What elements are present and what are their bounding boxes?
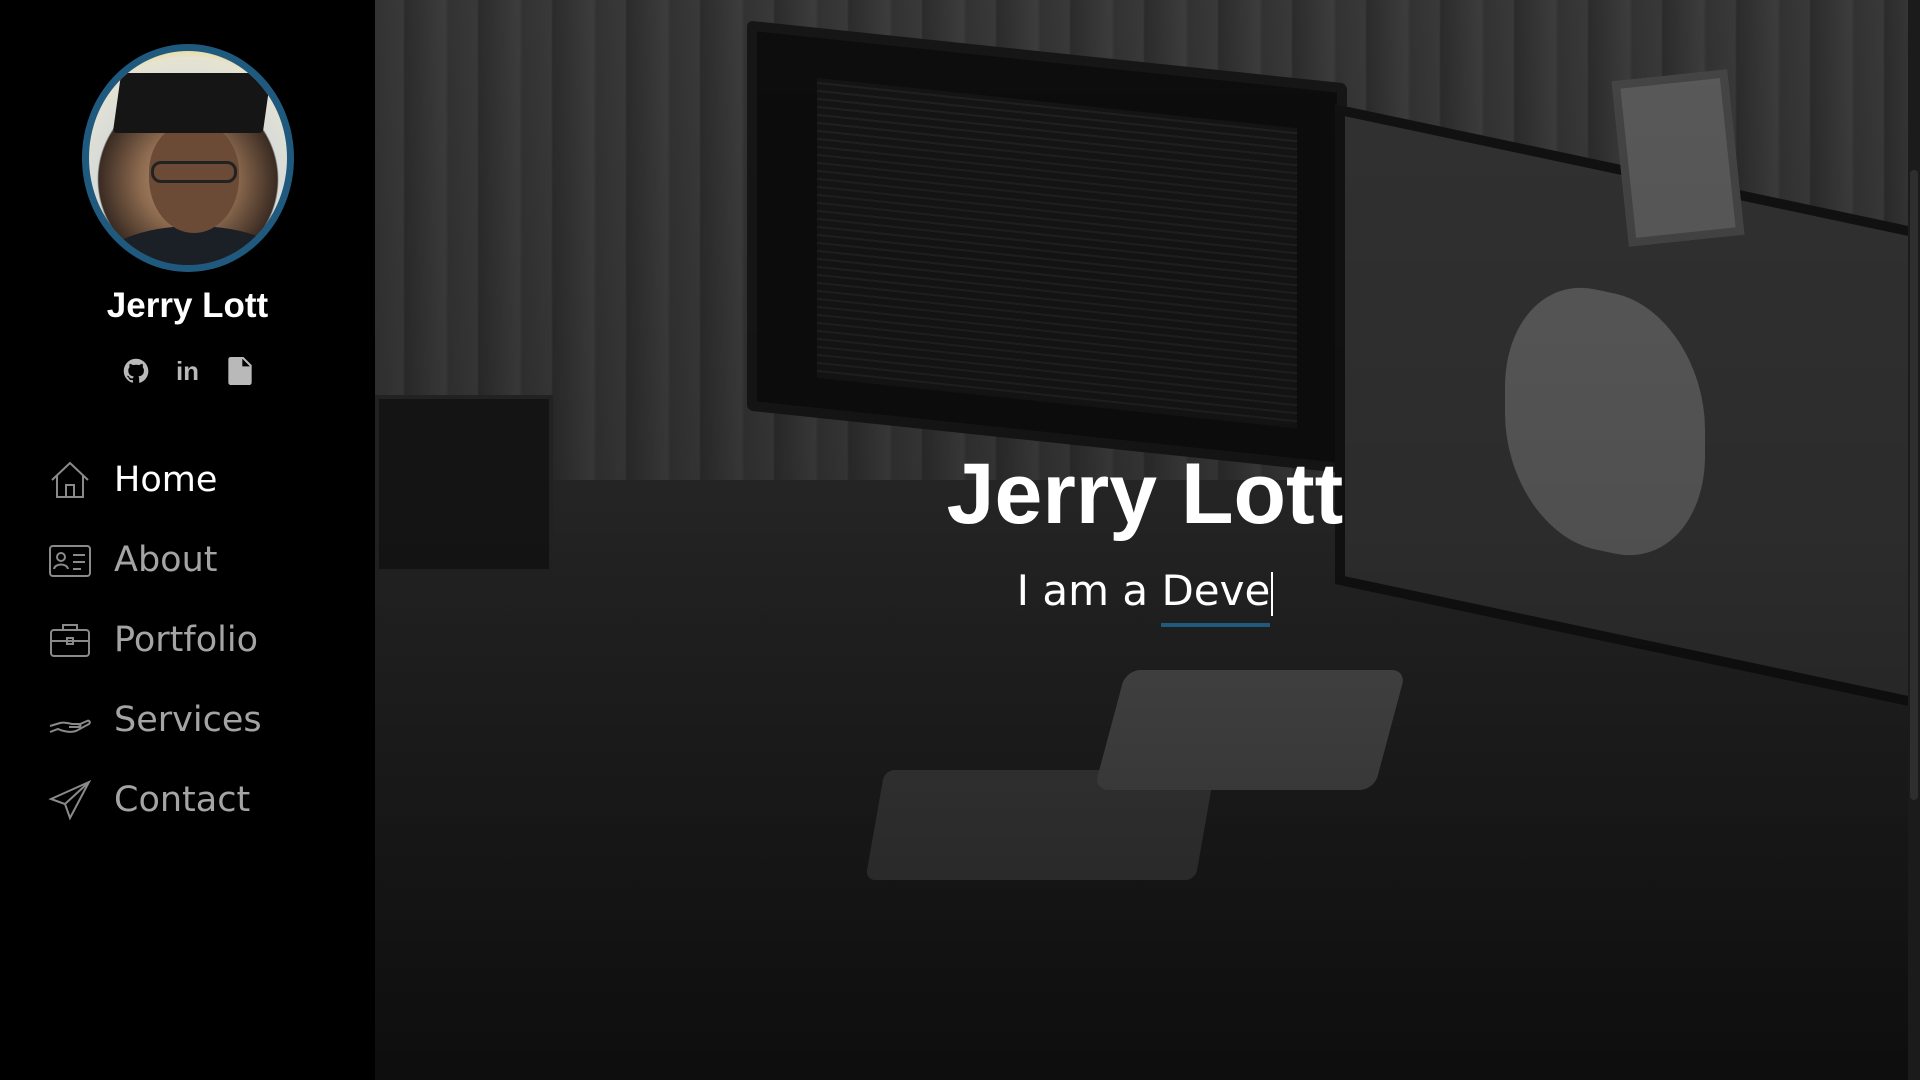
avatar <box>82 44 294 272</box>
nav-item-services[interactable]: Services <box>46 680 356 760</box>
hero-title: Jerry Lott <box>946 446 1344 542</box>
nav-label-about: About <box>114 540 218 580</box>
nav-label-contact: Contact <box>114 780 251 820</box>
pdf-resume-icon[interactable] <box>225 356 255 386</box>
scrollbar[interactable] <box>1908 0 1920 1080</box>
typing-cursor <box>1271 571 1274 616</box>
page: Jerry Lott in Home About Portfolio Servi… <box>0 0 1920 1080</box>
id-card-icon <box>46 536 94 584</box>
scrollbar-thumb[interactable] <box>1910 170 1918 800</box>
briefcase-icon <box>46 616 94 664</box>
avatar-graduation-cap <box>112 73 272 133</box>
linkedin-icon[interactable]: in <box>173 356 203 386</box>
paper-plane-icon <box>46 776 94 824</box>
nav-label-home: Home <box>114 460 218 500</box>
nav-label-services: Services <box>114 700 262 740</box>
main-nav: Home About Portfolio Services Contact <box>46 440 356 840</box>
social-links: in <box>0 356 375 386</box>
hand-icon <box>46 696 94 744</box>
hero-subtitle-prefix: I am a <box>1016 566 1162 615</box>
nav-label-portfolio: Portfolio <box>114 620 258 660</box>
sidebar: Jerry Lott in Home About Portfolio Servi… <box>0 0 375 1080</box>
nav-item-home[interactable]: Home <box>46 440 356 520</box>
nav-item-portfolio[interactable]: Portfolio <box>46 600 356 680</box>
hero-subtitle: I am a Deve <box>375 566 1915 627</box>
github-icon[interactable] <box>121 356 151 386</box>
nav-item-contact[interactable]: Contact <box>46 760 356 840</box>
profile-name: Jerry Lott <box>106 286 269 325</box>
hero-typed-text: Deve <box>1161 566 1271 627</box>
home-icon <box>46 456 94 504</box>
nav-item-about[interactable]: About <box>46 520 356 600</box>
hero-section: Jerry Lott I am a Deve <box>375 0 1920 1080</box>
avatar-glasses <box>151 161 237 183</box>
